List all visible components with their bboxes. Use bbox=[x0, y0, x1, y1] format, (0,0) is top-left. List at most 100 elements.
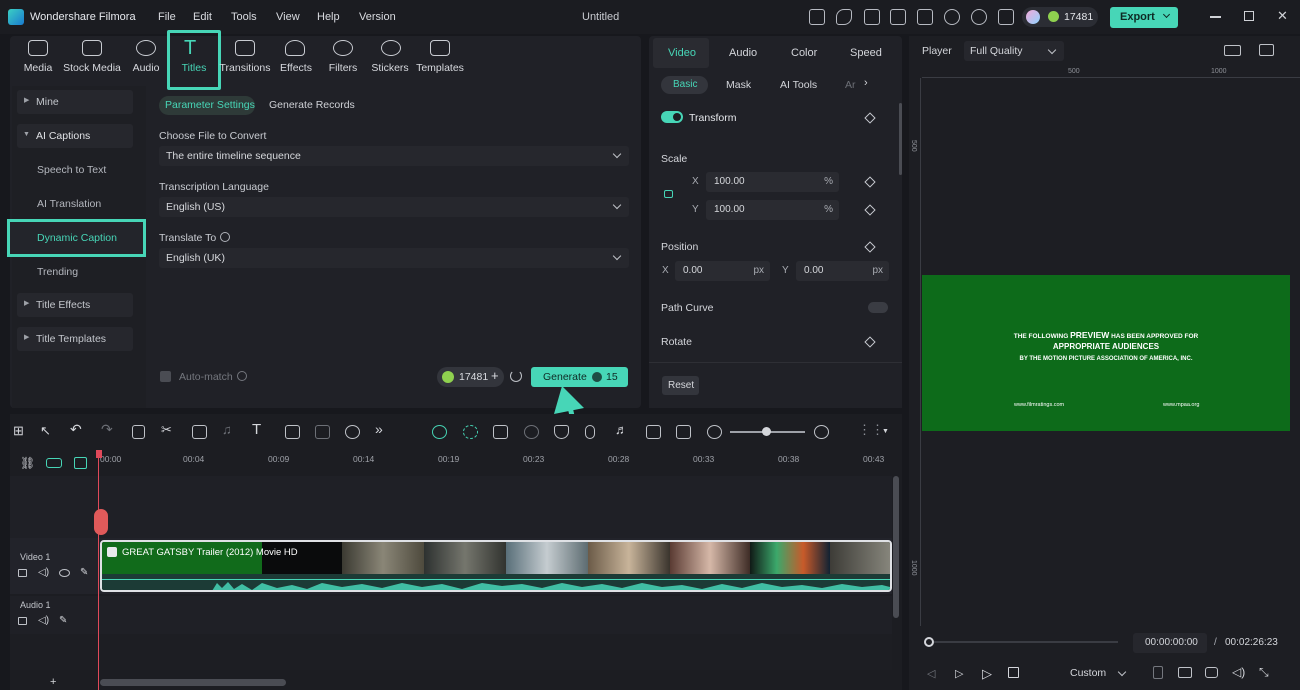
menu-edit[interactable]: Edit bbox=[193, 11, 212, 23]
headset-icon[interactable] bbox=[971, 9, 987, 25]
speaker-icon[interactable]: ◁) bbox=[38, 615, 49, 626]
playhead-handle[interactable] bbox=[96, 450, 102, 458]
nav-ai-captions[interactable]: ▼ AI Captions bbox=[17, 124, 133, 148]
credits-badge[interactable]: 17481 bbox=[1022, 7, 1098, 27]
chevron-down-icon[interactable]: ▼ bbox=[882, 428, 889, 435]
nav-trending[interactable]: Trending bbox=[37, 266, 78, 278]
music-list-icon[interactable]: ♬ bbox=[615, 422, 630, 437]
tab-transitions[interactable]: Transitions bbox=[219, 62, 271, 74]
export-button[interactable]: Export bbox=[1110, 7, 1178, 28]
cloud-upload-icon[interactable] bbox=[944, 9, 960, 25]
nav-speech-to-text[interactable]: Speech to Text bbox=[37, 164, 106, 176]
media-icon[interactable] bbox=[28, 40, 48, 56]
transcription-language-dropdown[interactable]: English (US) bbox=[159, 197, 629, 217]
tab-effects[interactable]: Effects bbox=[278, 62, 314, 74]
stock-media-icon[interactable] bbox=[82, 40, 102, 56]
titles-icon[interactable]: T bbox=[184, 37, 196, 60]
auto-match-checkbox[interactable] bbox=[160, 371, 171, 382]
transform-toggle[interactable] bbox=[661, 111, 683, 123]
prev-frame-icon[interactable]: ◁ bbox=[927, 667, 935, 680]
tab-templates[interactable]: Templates bbox=[414, 62, 466, 74]
tab-stock-media[interactable]: Stock Media bbox=[62, 62, 122, 74]
choose-file-dropdown[interactable]: The entire timeline sequence bbox=[159, 146, 629, 166]
tab-audio-inspector[interactable]: Audio bbox=[729, 47, 757, 59]
tab-video[interactable]: Video bbox=[668, 47, 696, 59]
play-icon[interactable]: ▷ bbox=[982, 666, 992, 682]
position-y-field[interactable]: 0.00 px bbox=[796, 261, 889, 281]
magnet-icon[interactable] bbox=[46, 458, 62, 468]
marker-icon[interactable] bbox=[1153, 666, 1163, 679]
translate-to-dropdown[interactable]: English (UK) bbox=[159, 248, 629, 268]
nav-ai-translation[interactable]: AI Translation bbox=[37, 198, 101, 210]
edit-pen-icon[interactable]: ✎ bbox=[80, 567, 88, 578]
nav-title-templates[interactable]: ▶ Title Templates bbox=[17, 327, 133, 351]
tab-speed[interactable]: Speed bbox=[850, 47, 882, 59]
link-icon[interactable]: ⛓ bbox=[20, 456, 35, 470]
menu-file[interactable]: File bbox=[158, 11, 176, 23]
scope-icon[interactable] bbox=[1259, 44, 1274, 56]
menu-version[interactable]: Version bbox=[359, 11, 396, 23]
save-icon[interactable] bbox=[917, 9, 933, 25]
close-icon[interactable]: ✕ bbox=[1277, 8, 1288, 24]
chevron-down-icon[interactable] bbox=[1162, 10, 1171, 19]
tab-media[interactable]: Media bbox=[22, 62, 54, 74]
scale-x-field[interactable]: 100.00% bbox=[706, 172, 839, 192]
cut-icon[interactable]: ✂ bbox=[161, 422, 176, 437]
shape-mask-icon[interactable] bbox=[285, 425, 300, 439]
send-icon[interactable] bbox=[836, 9, 852, 25]
lock-icon[interactable] bbox=[18, 569, 27, 577]
microphone-icon[interactable] bbox=[585, 425, 595, 439]
inspector-scrollbar[interactable] bbox=[899, 103, 902, 175]
zoom-dropdown[interactable]: Custom bbox=[1060, 663, 1134, 683]
stop-icon[interactable] bbox=[1008, 667, 1019, 678]
progress-track[interactable] bbox=[934, 641, 1118, 643]
scale-y-field[interactable]: 100.00% bbox=[706, 200, 839, 220]
tab-stickers[interactable]: Stickers bbox=[370, 62, 410, 74]
stickers-icon[interactable] bbox=[381, 40, 401, 56]
playhead-knob[interactable] bbox=[924, 637, 934, 647]
minimize-icon[interactable] bbox=[1210, 16, 1221, 18]
tab-filters[interactable]: Filters bbox=[326, 62, 360, 74]
subtab-ar[interactable]: Ar bbox=[845, 79, 856, 91]
grid-dots-icon[interactable]: ⋮⋮ bbox=[858, 422, 884, 437]
zoom-out-icon[interactable] bbox=[707, 425, 722, 439]
captions-icon[interactable] bbox=[646, 425, 661, 439]
refresh-icon[interactable] bbox=[510, 370, 522, 382]
eye-icon[interactable] bbox=[59, 569, 70, 577]
grid-apps-icon[interactable] bbox=[998, 9, 1014, 25]
speed-icon[interactable] bbox=[345, 425, 360, 439]
compare-view-icon[interactable] bbox=[1224, 45, 1241, 56]
playhead-marker[interactable] bbox=[94, 509, 108, 535]
reset-button[interactable]: Reset bbox=[662, 376, 699, 395]
layout-grid-icon[interactable]: ⊞ bbox=[13, 423, 28, 438]
chevron-right-icon[interactable]: › bbox=[864, 77, 868, 89]
credits-pill[interactable]: 17481 + bbox=[437, 367, 504, 387]
current-time[interactable]: 00:00:00:00 bbox=[1133, 633, 1207, 653]
timeline-horizontal-scrollbar[interactable] bbox=[100, 679, 286, 686]
delete-icon[interactable] bbox=[132, 425, 145, 439]
menu-tools[interactable]: Tools bbox=[231, 11, 257, 23]
zoom-slider-knob[interactable] bbox=[762, 427, 771, 436]
position-x-field[interactable]: 0.00 px bbox=[675, 261, 770, 281]
volume-icon[interactable]: ◁) bbox=[1232, 665, 1245, 679]
redo-icon[interactable]: ↷ bbox=[101, 421, 116, 437]
tab-parameter-settings[interactable]: Parameter Settings bbox=[159, 96, 255, 115]
tab-generate-records[interactable]: Generate Records bbox=[269, 99, 355, 111]
gift-icon[interactable] bbox=[809, 9, 825, 25]
audio-detach-icon[interactable]: ♫ bbox=[222, 422, 237, 437]
subtab-basic[interactable]: Basic bbox=[661, 76, 708, 94]
more-tools-icon[interactable]: » bbox=[375, 421, 390, 437]
tab-color[interactable]: Color bbox=[791, 47, 817, 59]
menu-help[interactable]: Help bbox=[317, 11, 340, 23]
feedback-icon[interactable] bbox=[864, 9, 880, 25]
add-track-button[interactable]: + bbox=[50, 676, 56, 688]
edit-pen-icon[interactable]: ✎ bbox=[59, 615, 67, 626]
crop-icon[interactable] bbox=[192, 425, 207, 439]
timeline-playhead[interactable] bbox=[98, 450, 99, 690]
display-icon[interactable] bbox=[1178, 667, 1192, 678]
lock-icon[interactable] bbox=[18, 617, 27, 625]
snapshot-icon[interactable] bbox=[1205, 667, 1218, 678]
templates-icon[interactable] bbox=[430, 40, 450, 56]
subtab-ai-tools[interactable]: AI Tools bbox=[780, 79, 817, 91]
lock-icon[interactable] bbox=[664, 190, 673, 198]
